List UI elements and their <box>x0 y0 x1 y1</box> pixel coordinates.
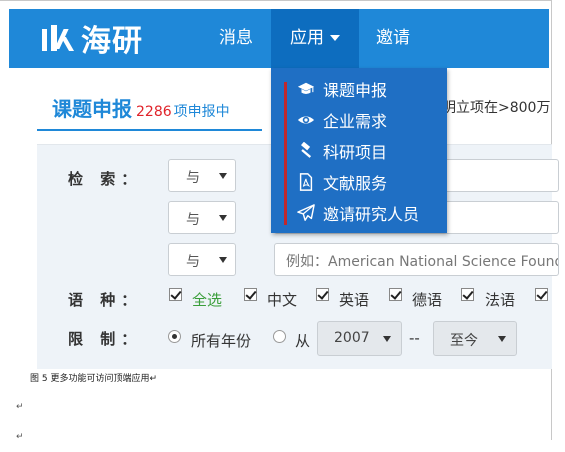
menu-item-label: 科研项目 <box>323 143 388 162</box>
caret-down-icon <box>383 336 391 342</box>
gavel-icon <box>301 142 312 158</box>
year-end-select[interactable]: 至今 <box>433 321 517 356</box>
menu-item-literature-services[interactable]: 文献服务 <box>297 169 387 195</box>
nav-messages[interactable]: 消息 <box>219 9 253 68</box>
checkbox-chinese[interactable] <box>244 288 257 301</box>
english-label: 英语 <box>339 291 370 309</box>
menu-item-invite-researchers[interactable]: 邀请研究人员 <box>297 200 419 226</box>
search-input-3[interactable]: 例如：American National Science Foundation <box>274 243 559 276</box>
french-label: 法语 <box>485 291 516 309</box>
document-page: 海研 消息 应用 邀请 课题申报 2286 项申报中 明立项在>800万 检 索： … <box>0 0 565 452</box>
checkbox-more-language[interactable] <box>535 288 548 301</box>
checkbox-german[interactable] <box>389 288 402 301</box>
checkbox-select-all[interactable] <box>169 288 182 301</box>
menu-item-label: 企业需求 <box>323 112 388 131</box>
paper-plane-icon <box>297 204 315 221</box>
chinese-label: 中文 <box>267 291 298 309</box>
figure-caption: 图 5 更多功能可访问顶端应用↵ <box>30 374 157 384</box>
caret-down-icon <box>219 257 227 263</box>
menu-item-project-application[interactable]: 课题申报 <box>297 76 387 102</box>
menu-item-research-projects[interactable]: 科研项目 <box>297 138 387 164</box>
brand-name: 海研 <box>81 24 143 59</box>
german-label: 德语 <box>412 291 443 309</box>
operator-value: 与 <box>186 212 200 228</box>
caret-down-icon <box>219 173 227 179</box>
year-start-select[interactable]: 2007 <box>317 321 402 356</box>
operator-value: 与 <box>186 170 200 186</box>
eye-icon <box>297 116 315 124</box>
select-all-label: 全选 <box>192 291 223 309</box>
nav-apps-dropdown[interactable]: 应用 <box>271 9 359 68</box>
operator-select-3[interactable]: 与 <box>168 243 236 276</box>
search-label: 检 索： <box>68 170 143 188</box>
brand-logo[interactable]: 海研 <box>39 21 143 59</box>
search-input-placeholder: 例如：American National Science Foundation <box>286 254 558 270</box>
caret-down-icon <box>330 35 340 41</box>
caret-down-icon <box>498 336 506 342</box>
page-title: 课题申报 <box>52 97 132 121</box>
active-count-suffix: 项申报中 <box>173 104 230 120</box>
menu-accent-bar <box>284 82 287 225</box>
menu-item-label: 课题申报 <box>323 81 388 100</box>
year-from-label: 从 <box>295 332 311 350</box>
nav-apps-label: 应用 <box>290 28 324 48</box>
language-label: 语 种： <box>68 291 143 309</box>
nav-invite[interactable]: 邀请 <box>376 9 410 68</box>
top-navbar: 海研 消息 应用 邀请 <box>9 9 549 68</box>
operator-select-1[interactable]: 与 <box>168 159 236 192</box>
radio-year-range[interactable] <box>273 330 286 343</box>
range-separator: -- <box>409 329 420 347</box>
active-count: 2286 <box>136 104 172 120</box>
operator-select-2[interactable]: 与 <box>168 201 236 234</box>
apps-dropdown-menu: 课题申报 企业需求 科研项目 文献服务 邀请研究人员 <box>271 68 447 233</box>
page-border-top <box>0 0 552 1</box>
page-header: 课题申报 2286 项申报中 <box>52 93 230 122</box>
checkbox-english[interactable] <box>316 288 329 301</box>
logo-mark-icon <box>39 23 79 53</box>
limit-label: 限 制： <box>68 330 143 348</box>
checkbox-french[interactable] <box>461 288 474 301</box>
graduation-cap-icon <box>297 82 315 94</box>
paragraph-mark: ↵ <box>16 402 24 412</box>
caret-down-icon <box>219 215 227 221</box>
year-start-value: 2007 <box>334 330 370 346</box>
header-right-stat: 明立项在>800万 <box>442 100 551 116</box>
menu-item-enterprise-needs[interactable]: 企业需求 <box>297 107 387 133</box>
menu-item-label: 邀请研究人员 <box>323 205 420 224</box>
all-years-label: 所有年份 <box>191 332 252 350</box>
pdf-file-icon <box>299 173 313 191</box>
year-end-value: 至今 <box>450 333 478 349</box>
operator-value: 与 <box>186 254 200 270</box>
radio-all-years[interactable] <box>168 330 181 343</box>
title-underline <box>37 129 262 131</box>
menu-item-label: 文献服务 <box>323 174 388 193</box>
paragraph-mark: ↵ <box>16 432 24 442</box>
